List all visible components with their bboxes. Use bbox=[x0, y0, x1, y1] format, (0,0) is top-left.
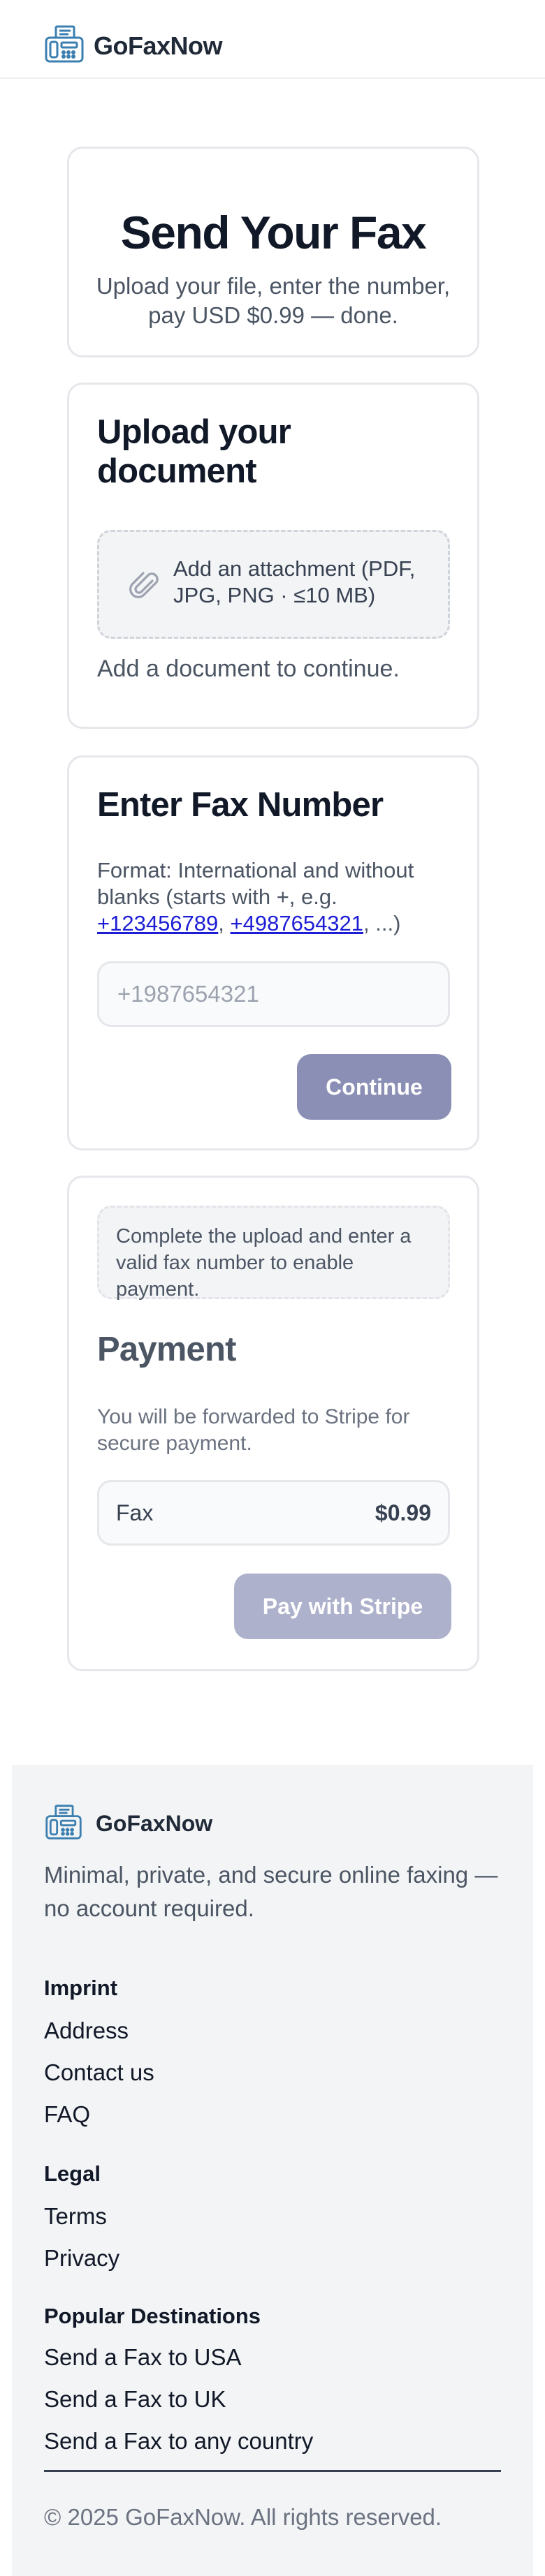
fax-number-title: Enter Fax Number bbox=[97, 786, 384, 824]
page-title: Send Your Fax bbox=[120, 207, 427, 258]
item-label: Fax bbox=[116, 1500, 154, 1525]
format-hint: Format: International and without blanks… bbox=[97, 857, 453, 937]
format-text: Format: International and without blanks… bbox=[97, 858, 414, 909]
footer-brand-name: GoFaxNow bbox=[96, 1811, 213, 1836]
footer-link-faq[interactable]: FAQ bbox=[44, 2101, 90, 2128]
site-header: GoFaxNow bbox=[0, 0, 545, 79]
brand-link[interactable]: GoFaxNow bbox=[43, 24, 223, 68]
payment-card: Complete the upload and enter a valid fa… bbox=[67, 1176, 479, 1671]
footer-link-terms[interactable]: Terms bbox=[44, 2203, 107, 2230]
footer-link-uk[interactable]: Send a Fax to UK bbox=[44, 2386, 226, 2413]
footer-link-privacy[interactable]: Privacy bbox=[44, 2245, 119, 2272]
attachment-dropzone[interactable]: Add an attachment (PDF, JPG, PNG · ≤10 M… bbox=[97, 530, 450, 639]
upload-hint: Add a document to continue. bbox=[97, 656, 400, 682]
example-number-link-2[interactable]: +4987654321 bbox=[231, 911, 364, 935]
footer-heading-legal: Legal bbox=[44, 2161, 101, 2186]
upload-title: Upload your document bbox=[97, 413, 291, 490]
continue-button[interactable]: Continue bbox=[297, 1054, 451, 1120]
copyright: © 2025 GoFaxNow. All rights reserved. bbox=[44, 2504, 442, 2530]
format-separator: , bbox=[218, 911, 231, 935]
paperclip-icon bbox=[127, 568, 162, 603]
price-summary: Fax $0.99 bbox=[97, 1480, 450, 1546]
item-price: $0.99 bbox=[375, 1500, 431, 1525]
footer-link-any-country[interactable]: Send a Fax to any country bbox=[44, 2428, 313, 2455]
footer-heading-destinations: Popular Destinations bbox=[44, 2304, 261, 2328]
example-number-link-1[interactable]: +123456789 bbox=[97, 911, 218, 935]
footer-heading-imprint: Imprint bbox=[44, 1976, 118, 2000]
footer-divider bbox=[44, 2470, 501, 2472]
footer-link-address[interactable]: Address bbox=[44, 2018, 129, 2044]
fax-machine-icon bbox=[43, 24, 85, 68]
dropzone-label: Add an attachment (PDF, JPG, PNG · ≤10 M… bbox=[173, 556, 416, 607]
notice-text: Complete the upload and enter a valid fa… bbox=[116, 1225, 412, 1301]
fax-number-card: Enter Fax Number Format: International a… bbox=[67, 755, 479, 1150]
upload-card: Upload your document Add an attachment (… bbox=[67, 383, 479, 729]
footer-link-usa[interactable]: Send a Fax to USA bbox=[44, 2344, 241, 2371]
fax-number-input[interactable] bbox=[97, 961, 450, 1027]
hero-card: Send Your Fax Upload your file, enter th… bbox=[67, 147, 479, 357]
footer-link-contact[interactable]: Contact us bbox=[44, 2059, 154, 2086]
brand-name: GoFaxNow bbox=[94, 31, 223, 60]
fax-machine-icon bbox=[44, 1803, 83, 1845]
pay-with-stripe-button[interactable]: Pay with Stripe bbox=[234, 1574, 451, 1639]
footer-tagline: Minimal, private, and secure online faxi… bbox=[44, 1862, 498, 1921]
payment-subtitle: You will be forwarded to Stripe for secu… bbox=[97, 1405, 410, 1455]
payment-title: Payment bbox=[97, 1331, 236, 1368]
footer-brand[interactable]: GoFaxNow bbox=[44, 1803, 212, 1845]
payment-notice: Complete the upload and enter a valid fa… bbox=[97, 1206, 450, 1301]
format-suffix: , ...) bbox=[363, 911, 401, 935]
site-footer: GoFaxNow Minimal, private, and secure on… bbox=[12, 1765, 533, 2576]
hero-subtitle: Upload your file, enter the number, pay … bbox=[96, 273, 451, 328]
